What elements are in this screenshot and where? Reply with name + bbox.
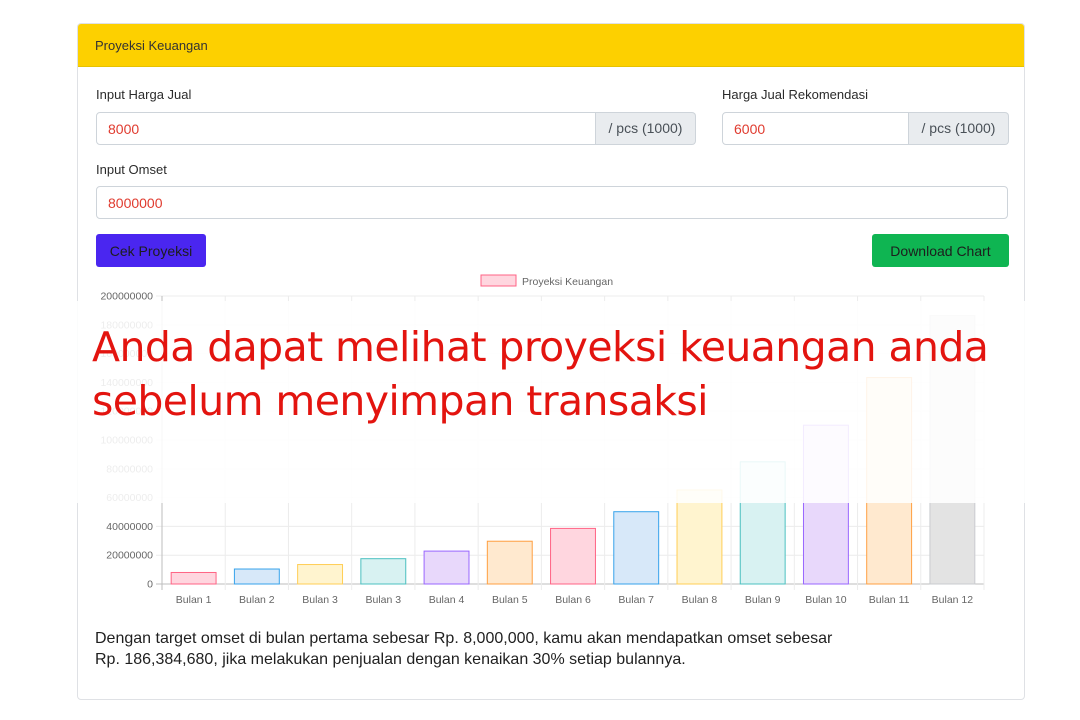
chart-bar xyxy=(550,527,596,585)
chart-bar xyxy=(360,558,407,585)
x-tick-label: Bulan 3 xyxy=(365,594,401,606)
y-tick-label: 200000000 xyxy=(100,291,153,303)
y-tick-label: 0 xyxy=(147,579,153,591)
chart-bar xyxy=(297,564,344,585)
x-tick-label: Bulan 3 xyxy=(302,594,338,606)
y-tick-label: 40000000 xyxy=(106,521,153,533)
summary-line-2: Rp. 186,384,680, jika melakukan penjuala… xyxy=(95,651,686,668)
x-tick-label: Bulan 9 xyxy=(745,594,781,606)
x-tick-label: Bulan 12 xyxy=(932,594,974,606)
legend-swatch xyxy=(480,274,517,287)
x-tick-label: Bulan 2 xyxy=(239,594,275,606)
overlay-caption: Anda dapat melihat proyeksi keuangan and… xyxy=(92,320,1052,428)
chart-bar xyxy=(613,511,660,585)
x-tick-label: Bulan 1 xyxy=(176,594,212,606)
x-tick-label: Bulan 5 xyxy=(492,594,528,606)
x-tick-label: Bulan 4 xyxy=(429,594,465,606)
chart-bar xyxy=(423,550,470,585)
x-tick-label: Bulan 7 xyxy=(618,594,654,606)
x-tick-label: Bulan 8 xyxy=(682,594,718,606)
x-tick-label: Bulan 11 xyxy=(869,594,910,606)
y-tick-label: 20000000 xyxy=(106,550,153,562)
summary-line-1: Dengan target omset di bulan pertama seb… xyxy=(95,630,833,647)
chart-bar xyxy=(170,571,217,585)
overlay-line-1: Anda dapat melihat proyeksi keuangan and… xyxy=(92,323,989,371)
chart-bar xyxy=(676,489,723,585)
legend-label: Proyeksi Keuangan xyxy=(522,276,613,288)
projection-summary: Dengan target omset di bulan pertama seb… xyxy=(95,628,1015,670)
x-tick-label: Bulan 6 xyxy=(555,594,591,606)
chart-bar xyxy=(233,568,280,585)
chart-bar xyxy=(486,540,533,585)
overlay-line-2: sebelum menyimpan transaksi xyxy=(92,377,709,425)
x-tick-label: Bulan 10 xyxy=(805,594,847,606)
